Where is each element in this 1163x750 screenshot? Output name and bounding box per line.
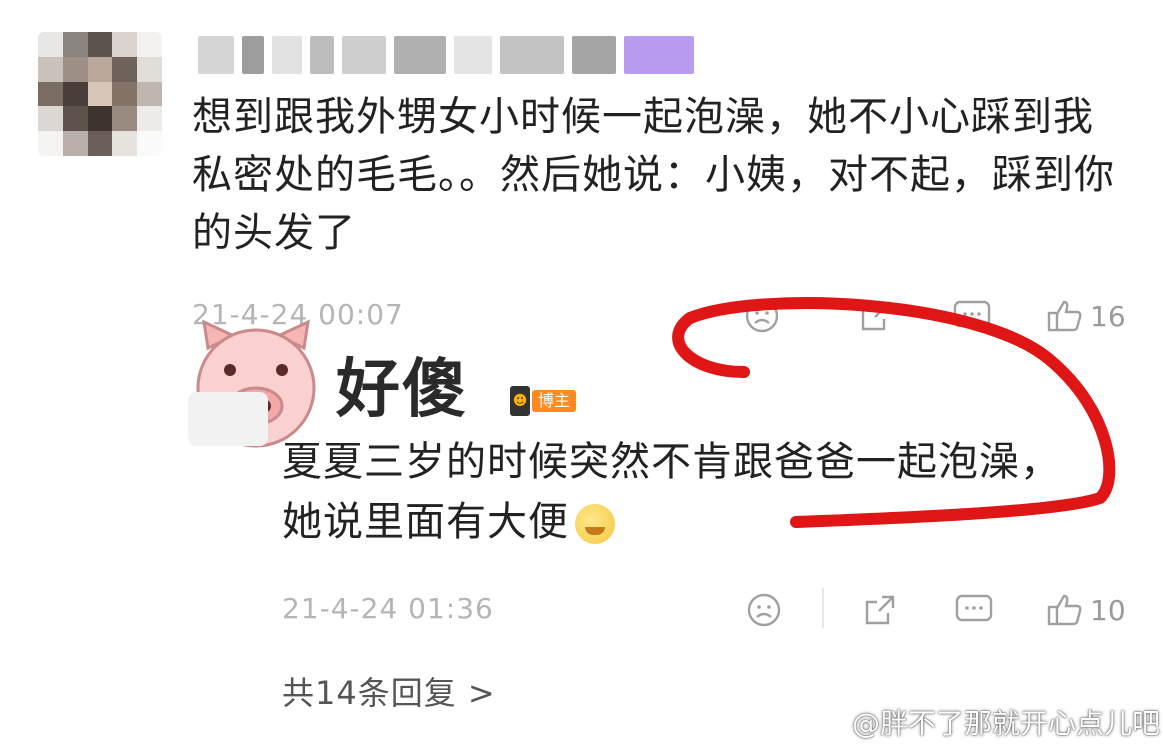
weibo-logo-icon <box>812 710 845 736</box>
watermark: @胖不了那就开心点儿吧 <box>812 702 1160 742</box>
red-annotation-stroke <box>672 297 1116 528</box>
watermark-text: @胖不了那就开心点儿吧 <box>852 707 1161 740</box>
